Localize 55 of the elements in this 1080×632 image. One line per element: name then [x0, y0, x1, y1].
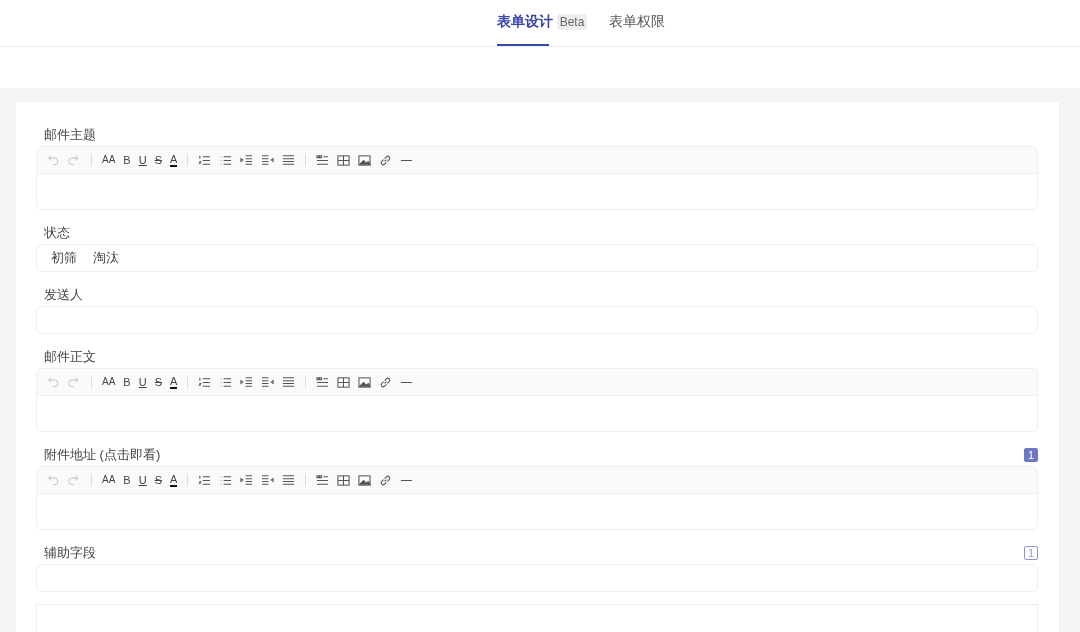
underline-button[interactable]: U: [138, 153, 147, 167]
quote-icon[interactable]: [316, 473, 330, 487]
field-label: 辅助字段: [44, 544, 96, 562]
justify-icon[interactable]: [282, 473, 296, 487]
rich-text-editor[interactable]: AA B U S A: [36, 146, 1038, 210]
indent-icon[interactable]: [240, 153, 254, 167]
rich-text-editor[interactable]: AA B U S A: [36, 368, 1038, 432]
numbered-list-icon[interactable]: [198, 153, 212, 167]
font-size-button[interactable]: AA: [102, 153, 116, 167]
count-badge: 1: [1023, 448, 1038, 462]
table-icon[interactable]: [337, 153, 351, 167]
justify-icon[interactable]: [282, 375, 296, 389]
rich-text-editor[interactable]: AA B U S A: [36, 466, 1038, 530]
font-size-button[interactable]: AA: [102, 375, 116, 389]
font-color-button[interactable]: A: [170, 375, 178, 389]
underline-button[interactable]: U: [138, 375, 147, 389]
field-label: 邮件主题: [44, 126, 96, 144]
quote-icon[interactable]: [316, 153, 330, 167]
tab[interactable]: 表单设计 Beta: [496, 0, 588, 46]
strikethrough-button[interactable]: S: [154, 473, 162, 487]
image-icon[interactable]: [358, 153, 372, 167]
image-icon[interactable]: [358, 375, 372, 389]
indent-icon[interactable]: [240, 473, 254, 487]
outdent-icon[interactable]: [261, 473, 275, 487]
font-color-button[interactable]: A: [170, 153, 178, 167]
strikethrough-button[interactable]: S: [154, 153, 162, 167]
table-icon[interactable]: [337, 473, 351, 487]
link-icon[interactable]: [379, 153, 393, 167]
justify-icon[interactable]: [282, 153, 296, 167]
image-icon[interactable]: [358, 473, 372, 487]
outdent-icon[interactable]: [261, 375, 275, 389]
table-icon[interactable]: [337, 375, 351, 389]
strikethrough-button[interactable]: S: [154, 375, 162, 389]
tab[interactable]: 表单权限: [609, 0, 666, 46]
field-label: 附件地址 (点击即看): [44, 446, 161, 464]
outdent-icon[interactable]: [261, 153, 275, 167]
count-badge: 1: [1023, 546, 1038, 560]
bold-button[interactable]: B: [123, 473, 131, 487]
link-icon[interactable]: [379, 473, 393, 487]
tag-field[interactable]: 初筛 淘汰: [36, 244, 1038, 272]
field-label: 发送人: [44, 286, 83, 304]
field-label: 状态: [44, 224, 70, 242]
quote-icon[interactable]: [316, 375, 330, 389]
bold-button[interactable]: B: [123, 375, 131, 389]
numbered-list-icon[interactable]: [198, 473, 212, 487]
field-label: 邮件正文: [44, 348, 96, 366]
underline-button[interactable]: U: [138, 473, 147, 487]
option-tag[interactable]: 淘汰: [93, 249, 119, 267]
option-tag[interactable]: 初筛: [51, 249, 77, 267]
indent-icon[interactable]: [240, 375, 254, 389]
bold-button[interactable]: B: [123, 153, 131, 167]
font-size-button[interactable]: AA: [102, 473, 116, 487]
font-color-button[interactable]: A: [170, 473, 178, 487]
numbered-list-icon[interactable]: [198, 375, 212, 389]
link-icon[interactable]: [379, 375, 393, 389]
